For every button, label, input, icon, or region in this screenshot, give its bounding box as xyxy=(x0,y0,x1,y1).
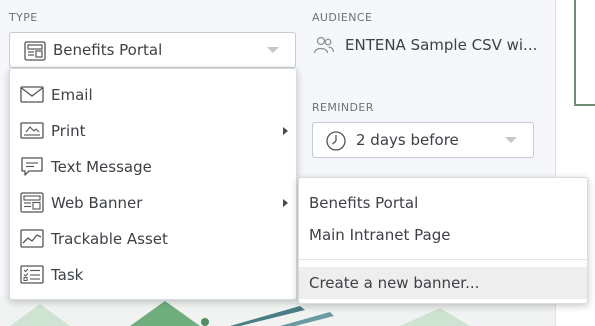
menu-item-label: Task xyxy=(51,266,84,284)
print-icon xyxy=(20,120,44,142)
trackable-asset-icon xyxy=(20,228,44,250)
reminder-label: REMINDER xyxy=(312,101,374,114)
menu-item-web-banner[interactable]: Web Banner xyxy=(10,185,296,221)
type-select[interactable]: Benefits Portal xyxy=(9,32,296,68)
menu-item-label: Email xyxy=(51,86,93,104)
chevron-right-icon xyxy=(283,199,288,207)
chevron-down-icon xyxy=(505,137,517,143)
chevron-down-icon xyxy=(267,47,279,53)
menu-item-task[interactable]: Task xyxy=(10,257,296,293)
chevron-right-icon xyxy=(283,127,288,135)
reminder-select-value: 2 days before xyxy=(356,131,459,149)
type-select-value: Benefits Portal xyxy=(53,41,163,59)
type-label: TYPE xyxy=(9,11,38,24)
audience-label: AUDIENCE xyxy=(312,11,373,24)
audience-value[interactable]: ENTENA Sample CSV wi... xyxy=(345,36,537,54)
preview-card xyxy=(562,0,595,106)
submenu-item-benefits-portal[interactable]: Benefits Portal xyxy=(299,187,587,219)
menu-item-label: Trackable Asset xyxy=(51,230,168,248)
menu-item-label: Web Banner xyxy=(51,194,143,212)
reminder-select[interactable]: 2 days before xyxy=(312,122,534,158)
menu-item-label: Text Message xyxy=(51,158,152,176)
clock-icon xyxy=(325,130,347,156)
menu-item-print[interactable]: Print xyxy=(10,113,296,149)
email-icon xyxy=(20,84,44,106)
menu-item-label: Print xyxy=(51,122,86,140)
web-banner-icon xyxy=(24,41,46,65)
web-banner-icon xyxy=(20,192,44,214)
web-banner-submenu: Benefits Portal Main Intranet Page Creat… xyxy=(298,177,588,304)
create-new-banner-label: Create a new banner... xyxy=(309,274,480,292)
divider xyxy=(299,259,587,260)
people-icon xyxy=(313,35,335,59)
text-message-icon xyxy=(20,156,44,178)
menu-item-trackable-asset[interactable]: Trackable Asset xyxy=(10,221,296,257)
menu-item-text-message[interactable]: Text Message xyxy=(10,149,296,185)
submenu-item-label: Benefits Portal xyxy=(309,194,419,212)
type-dropdown-menu: Email Print Text Message Web Banner Trac… xyxy=(9,68,297,300)
submenu-item-label: Main Intranet Page xyxy=(309,226,451,244)
task-icon xyxy=(20,264,44,286)
submenu-item-main-intranet-page[interactable]: Main Intranet Page xyxy=(299,219,587,251)
create-new-banner-item[interactable]: Create a new banner... xyxy=(299,267,587,299)
menu-item-email[interactable]: Email xyxy=(10,77,296,113)
